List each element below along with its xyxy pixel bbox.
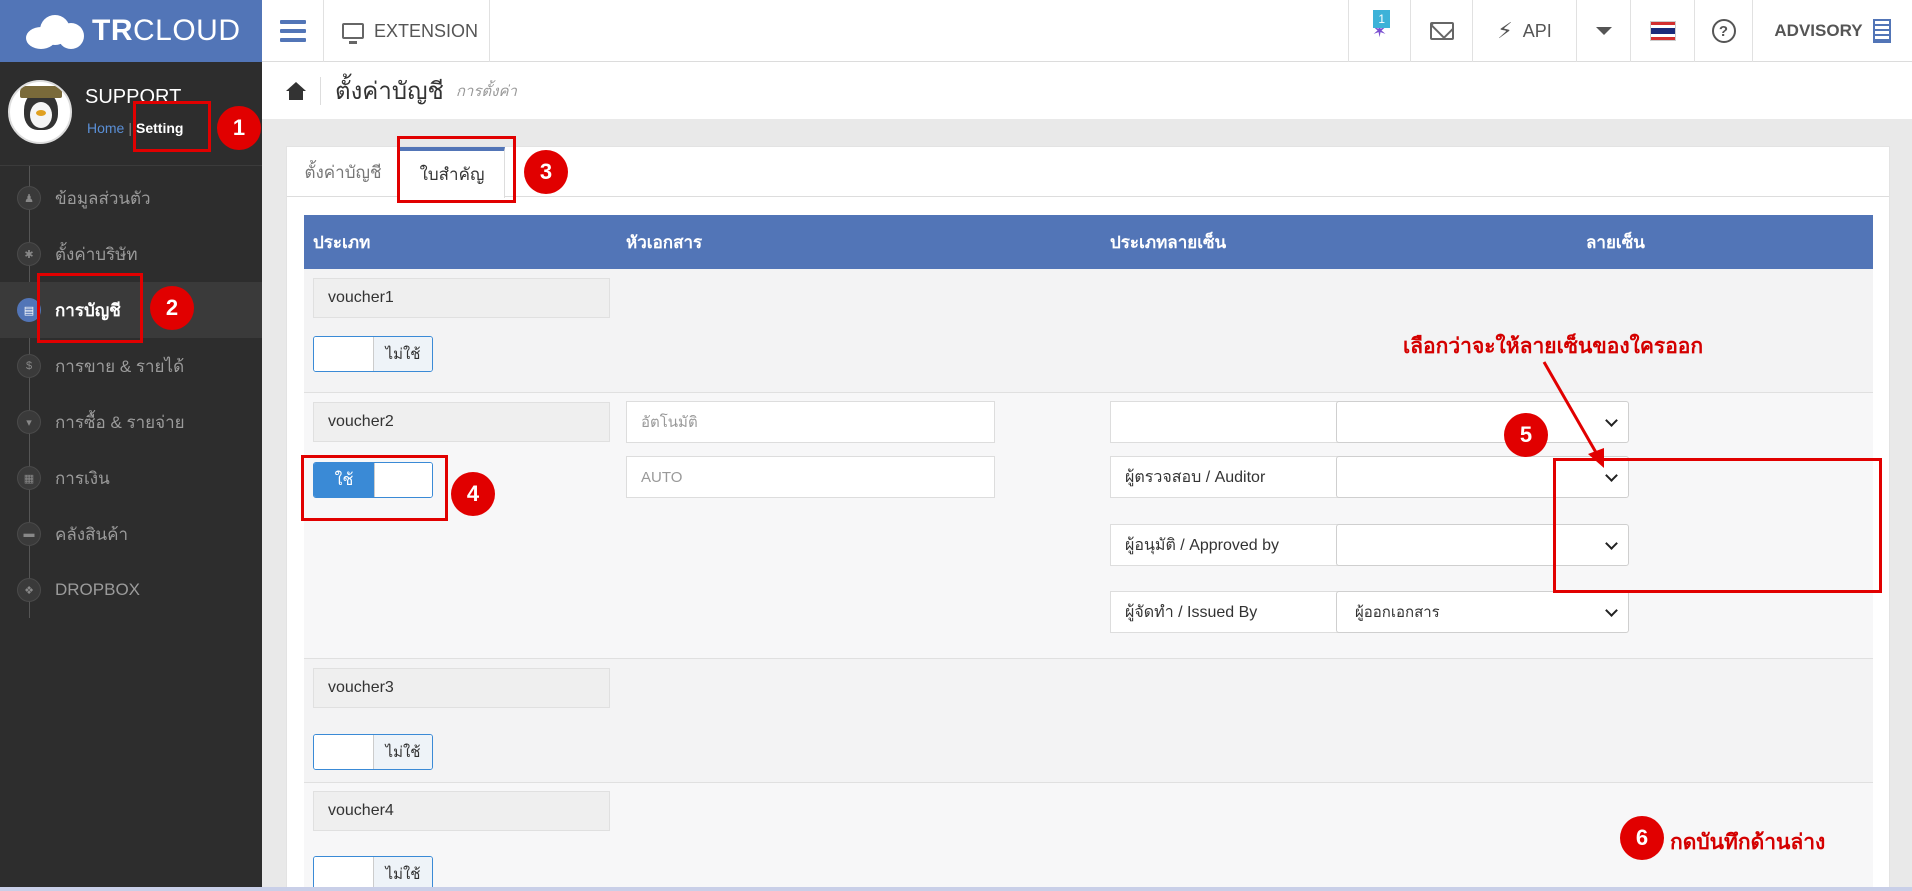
table-header: ประเภท หัวเอกสาร ประเภทลายเซ็น ลายเซ็น <box>304 215 1873 269</box>
voucher1-toggle[interactable]: ไม่ใช้ <box>313 336 433 372</box>
sidebar-item-inventory[interactable]: ▬ คลังสินค้า <box>0 506 262 562</box>
help-icon: ? <box>1711 19 1736 43</box>
gear-icon: ✱ <box>17 242 41 266</box>
help-button[interactable]: ? <box>1694 0 1752 62</box>
thai-flag-icon <box>1649 21 1676 41</box>
sidebar-item-purchases[interactable]: ▾ การซื้อ & รายจ่าย <box>0 394 262 450</box>
step-3-marker: 3 <box>524 150 568 194</box>
col-header-type: ประเภท <box>313 232 371 252</box>
top-bar: TRCLOUD EXTENSION ✶ 1 ⚡ API ? ADVISORY <box>0 0 1912 62</box>
note-save: กดบันทึกด้านล่าง <box>1670 831 1826 854</box>
sidebar-item-sales[interactable]: $ การขาย & รายได้ <box>0 338 262 394</box>
building-icon <box>1872 19 1891 43</box>
chevron-down-icon <box>1605 604 1618 617</box>
envelope-icon <box>1429 22 1454 40</box>
annotation-box-1 <box>133 101 211 152</box>
language-button[interactable] <box>1630 0 1694 62</box>
api-label: API <box>1522 20 1552 41</box>
voucher-name: voucher4 <box>313 791 610 831</box>
extension-label: EXTENSION <box>374 20 479 41</box>
step-1-marker: 1 <box>217 106 261 150</box>
annotation-box-5 <box>1553 458 1882 593</box>
annotation-box-4 <box>301 455 448 521</box>
annotation-arrow <box>1542 361 1604 468</box>
signature-select-issuer[interactable]: ผู้ออกเอกสาร <box>1336 591 1629 633</box>
voucher-name: voucher1 <box>313 278 610 318</box>
table-row: voucher3 ไม่ใช้ <box>304 659 1873 783</box>
brand-logo[interactable]: TRCLOUD <box>0 0 262 62</box>
caret-down-icon <box>1595 27 1612 35</box>
col-header-doc-title: หัวเอกสาร <box>626 232 703 252</box>
sidebar-item-dropbox[interactable]: ❖ DROPBOX <box>0 562 262 618</box>
avatar[interactable] <box>8 80 72 144</box>
brand-name: TRCLOUD <box>92 14 241 47</box>
mail-button[interactable] <box>1410 0 1472 62</box>
col-header-signature: ลายเซ็น <box>1586 232 1645 252</box>
monitor-icon <box>342 23 364 44</box>
sidebar-item-finance[interactable]: ▦ การเงิน <box>0 450 262 506</box>
voucher-name: voucher2 <box>313 402 610 442</box>
annotation-box-3 <box>397 136 516 203</box>
sidebar-item-profile[interactable]: ♟ ข้อมูลส่วนตัว <box>0 170 262 226</box>
annotation-box-2 <box>37 273 143 343</box>
notification-badge: 1 <box>1373 10 1390 28</box>
advisory-button[interactable]: ADVISORY <box>1752 0 1912 62</box>
hamburger-icon <box>279 20 306 24</box>
home-icon[interactable] <box>286 81 306 100</box>
calendar-icon: ▦ <box>17 466 41 490</box>
api-button[interactable]: ⚡ API <box>1472 0 1576 62</box>
dropdown-button[interactable] <box>1576 0 1630 62</box>
user-icon: ♟ <box>17 186 41 210</box>
voucher-name: voucher3 <box>313 668 610 708</box>
step-4-marker: 4 <box>451 472 495 516</box>
home-link[interactable]: Home <box>87 120 124 136</box>
col-header-signature-type: ประเภทลายเซ็น <box>1110 232 1227 252</box>
step-5-marker: 5 <box>1504 413 1548 457</box>
plug-icon: ⚡ <box>1497 18 1513 43</box>
notification-button[interactable]: ✶ 1 <box>1348 0 1410 62</box>
page-subtitle: การตั้งค่า <box>455 82 517 100</box>
voucher4-toggle[interactable]: ไม่ใช้ <box>313 856 433 891</box>
menu-toggle-button[interactable] <box>262 0 324 62</box>
truck-icon: ▬ <box>17 522 41 546</box>
dropbox-icon: ❖ <box>17 578 41 602</box>
doc-title-mode-input[interactable]: อัตโนมัติ <box>626 401 995 443</box>
page-title: ตั้งค่าบัญชี <box>335 78 444 105</box>
tab-account-settings[interactable]: ตั้งค่าบัญชี <box>287 147 399 197</box>
dollar-icon: $ <box>17 354 41 378</box>
step-2-marker: 2 <box>150 286 194 330</box>
breadcrumb: ตั้งค่าบัญชี การตั้งค่า <box>262 62 1912 119</box>
sidebar-menu: ♟ ข้อมูลส่วนตัว ✱ ตั้งค่าบริษัท ▤ การบัญชี … <box>0 166 262 618</box>
voucher3-toggle[interactable]: ไม่ใช้ <box>313 734 433 770</box>
step-6-marker: 6 <box>1620 816 1664 860</box>
advisory-label: ADVISORY <box>1774 21 1863 40</box>
sidebar: SUPPORT Home | Setting ♟ ข้อมูลส่วนตัว ✱ ตั้… <box>0 62 262 891</box>
doc-title-input[interactable]: AUTO <box>626 456 995 498</box>
cloud-icon <box>26 13 86 49</box>
extension-button[interactable]: EXTENSION <box>324 0 490 62</box>
cart-icon: ▾ <box>17 410 41 434</box>
